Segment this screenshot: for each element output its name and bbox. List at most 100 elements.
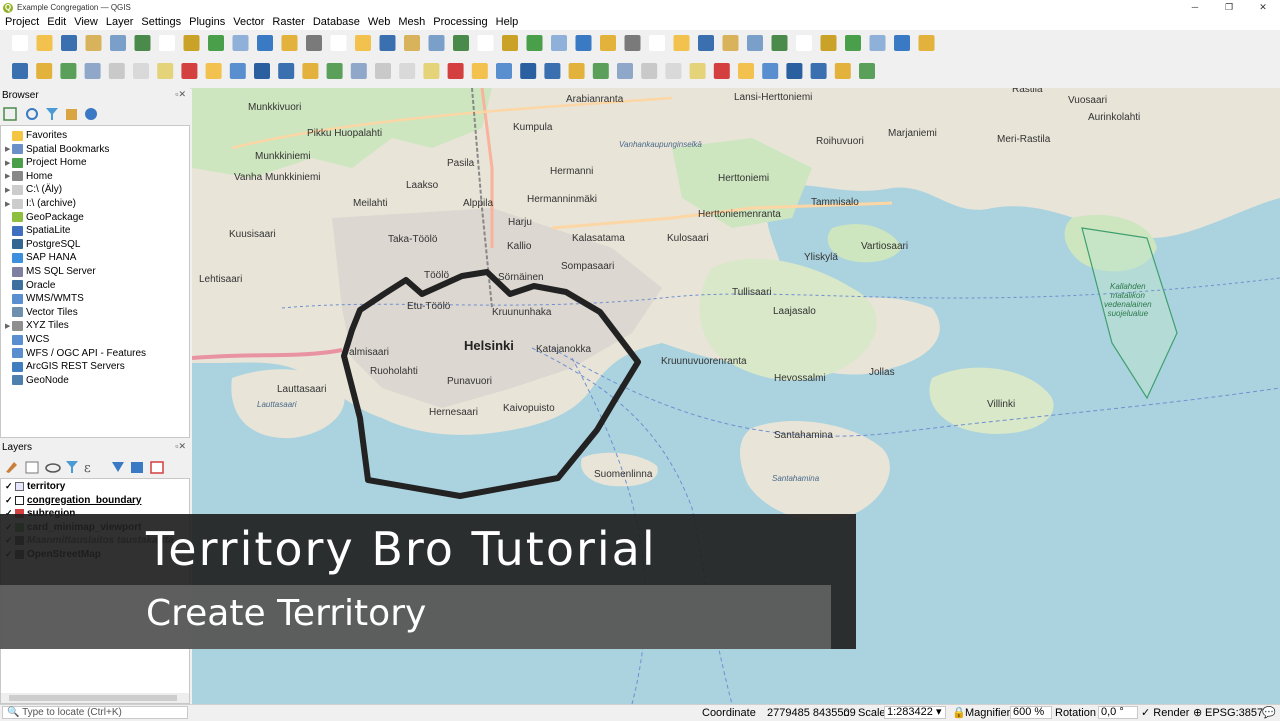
edit-tool-icon-20[interactable]	[471, 63, 488, 79]
browser-item[interactable]: ArcGIS REST Servers	[5, 360, 125, 373]
edit-tool-icon-30[interactable]	[713, 63, 730, 79]
edit-tool-icon-12[interactable]	[278, 63, 295, 79]
style-manager-icon[interactable]	[6, 462, 17, 473]
main-tool-icon-38[interactable]	[918, 35, 935, 51]
edit-tool-icon-26[interactable]	[617, 63, 633, 79]
layer-visibility-checkbox[interactable]: ✓	[5, 495, 15, 506]
lock-icon[interactable]: 🔒	[952, 706, 966, 720]
filter-icon[interactable]	[46, 108, 58, 120]
browser-item[interactable]: SAP HANA	[5, 251, 76, 264]
menu-layer[interactable]: Layer	[101, 15, 137, 30]
main-tool-icon-18[interactable]	[428, 35, 445, 51]
main-tool-icon-15[interactable]	[355, 35, 371, 51]
browser-item[interactable]: Favorites	[5, 129, 67, 142]
main-tool-icon-10[interactable]	[232, 35, 249, 51]
main-tool-icon-27[interactable]	[649, 35, 665, 51]
main-tool-icon-35[interactable]	[845, 35, 861, 51]
main-tool-icon-14[interactable]	[330, 35, 347, 51]
menu-raster[interactable]: Raster	[267, 15, 307, 30]
browser-item[interactable]: WMS/WMTS	[5, 292, 84, 305]
edit-tool-icon-25[interactable]	[592, 63, 609, 79]
menu-database[interactable]: Database	[308, 15, 363, 30]
rotation-spinbox[interactable]: 0,0 °	[1098, 706, 1138, 719]
main-tool-icon-30[interactable]	[722, 35, 739, 51]
main-tool-icon-29[interactable]	[698, 35, 714, 51]
close-button[interactable]: ✕	[1246, 0, 1280, 15]
collapse-all-layers-icon[interactable]	[131, 462, 143, 473]
render-checkbox[interactable]: ✓ Render	[1141, 706, 1189, 720]
main-tool-icon-11[interactable]	[257, 35, 273, 51]
menu-settings[interactable]: Settings	[136, 15, 184, 30]
main-tool-icon-8[interactable]	[183, 35, 200, 51]
main-tool-icon-13[interactable]	[306, 35, 322, 51]
menu-view[interactable]: View	[69, 15, 101, 30]
minimize-button[interactable]: ─	[1178, 0, 1212, 15]
browser-item[interactable]: Vector Tiles	[5, 306, 78, 319]
expand-arrow-icon[interactable]: ▶	[5, 200, 12, 208]
expand-arrow-icon[interactable]: ▶	[5, 186, 12, 194]
edit-tool-icon-29[interactable]	[689, 63, 706, 79]
maximize-button[interactable]: ❐	[1212, 0, 1246, 15]
locator-input[interactable]: 🔍 Type to locate (Ctrl+K)	[2, 706, 188, 719]
main-tool-icon-28[interactable]	[673, 35, 690, 51]
main-tool-icon-16[interactable]	[379, 35, 396, 51]
refresh-icon[interactable]	[26, 108, 38, 120]
expand-arrow-icon[interactable]: ▶	[5, 322, 12, 330]
main-tool-icon-36[interactable]	[869, 35, 886, 51]
main-tool-icon-34[interactable]	[820, 35, 837, 51]
browser-item[interactable]: SpatiaLite	[5, 224, 70, 237]
edit-tool-icon-13[interactable]	[302, 63, 319, 79]
edit-tool-icon-31[interactable]	[738, 63, 754, 79]
edit-tool-icon-7[interactable]	[157, 63, 174, 79]
edit-tool-icon-8[interactable]	[181, 63, 198, 79]
edit-tool-icon-4[interactable]	[84, 63, 101, 79]
menu-help[interactable]: Help	[491, 15, 522, 30]
layers-horizontal-scrollbar[interactable]	[1, 693, 189, 703]
menu-web[interactable]: Web	[363, 15, 393, 30]
filter-legend-icon[interactable]	[66, 461, 78, 473]
main-tool-icon-9[interactable]	[208, 35, 224, 51]
main-tool-icon-33[interactable]	[796, 35, 812, 51]
edit-tool-icon-23[interactable]	[544, 63, 561, 79]
browser-item[interactable]: ▶ Spatial Bookmarks	[5, 143, 109, 156]
browser-item[interactable]: ▶ I:\ (archive)	[5, 197, 76, 210]
menu-project[interactable]: Project	[0, 15, 42, 30]
toggle-extents-icon[interactable]: ⌂	[843, 706, 850, 720]
main-tool-icon-12[interactable]	[281, 35, 298, 51]
main-tool-icon-37[interactable]	[894, 35, 910, 51]
edit-tool-icon-33[interactable]	[786, 63, 803, 79]
edit-tool-icon-35[interactable]	[834, 63, 851, 79]
edit-tool-icon-15[interactable]	[350, 63, 367, 79]
menu-processing[interactable]: Processing	[428, 15, 490, 30]
edit-tool-icon-10[interactable]	[229, 63, 246, 79]
add-group-icon[interactable]	[25, 461, 39, 474]
main-tool-icon-32[interactable]	[771, 35, 788, 51]
edit-tool-icon-32[interactable]	[762, 63, 779, 79]
messages-icon[interactable]: 💬	[1262, 706, 1276, 720]
browser-item[interactable]: ▶ Project Home	[5, 156, 87, 169]
filter-expression-icon[interactable]: ε	[84, 461, 91, 476]
expand-arrow-icon[interactable]: ▶	[5, 145, 12, 153]
menu-mesh[interactable]: Mesh	[393, 15, 428, 30]
main-tool-icon-20[interactable]	[477, 35, 494, 51]
main-tool-icon-17[interactable]	[404, 35, 420, 51]
main-tool-icon-24[interactable]	[575, 35, 592, 51]
menu-edit[interactable]: Edit	[42, 15, 69, 30]
edit-tool-icon-3[interactable]	[60, 63, 77, 79]
main-tool-icon-31[interactable]	[747, 35, 763, 51]
main-tool-icon-6[interactable]	[134, 35, 151, 51]
main-tool-icon-1[interactable]	[12, 35, 28, 51]
edit-tool-icon-17[interactable]	[399, 63, 416, 79]
edit-tool-icon-11[interactable]	[254, 63, 270, 79]
browser-item[interactable]: ▶ XYZ Tiles	[5, 319, 69, 332]
edit-tool-icon-34[interactable]	[810, 63, 827, 79]
browser-item[interactable]: PostgreSQL	[5, 238, 80, 251]
edit-tool-icon-27[interactable]	[641, 63, 658, 79]
layers-panel-close-icon[interactable]: ▫✕	[175, 441, 186, 452]
layer-row[interactable]: ✓ congregation_boundary	[5, 494, 141, 507]
edit-tool-icon-18[interactable]	[423, 63, 440, 79]
edit-tool-icon-6[interactable]	[133, 63, 149, 79]
browser-item[interactable]: GeoNode	[5, 374, 69, 387]
edit-tool-icon-14[interactable]	[326, 63, 343, 79]
edit-tool-icon-19[interactable]	[447, 63, 464, 79]
